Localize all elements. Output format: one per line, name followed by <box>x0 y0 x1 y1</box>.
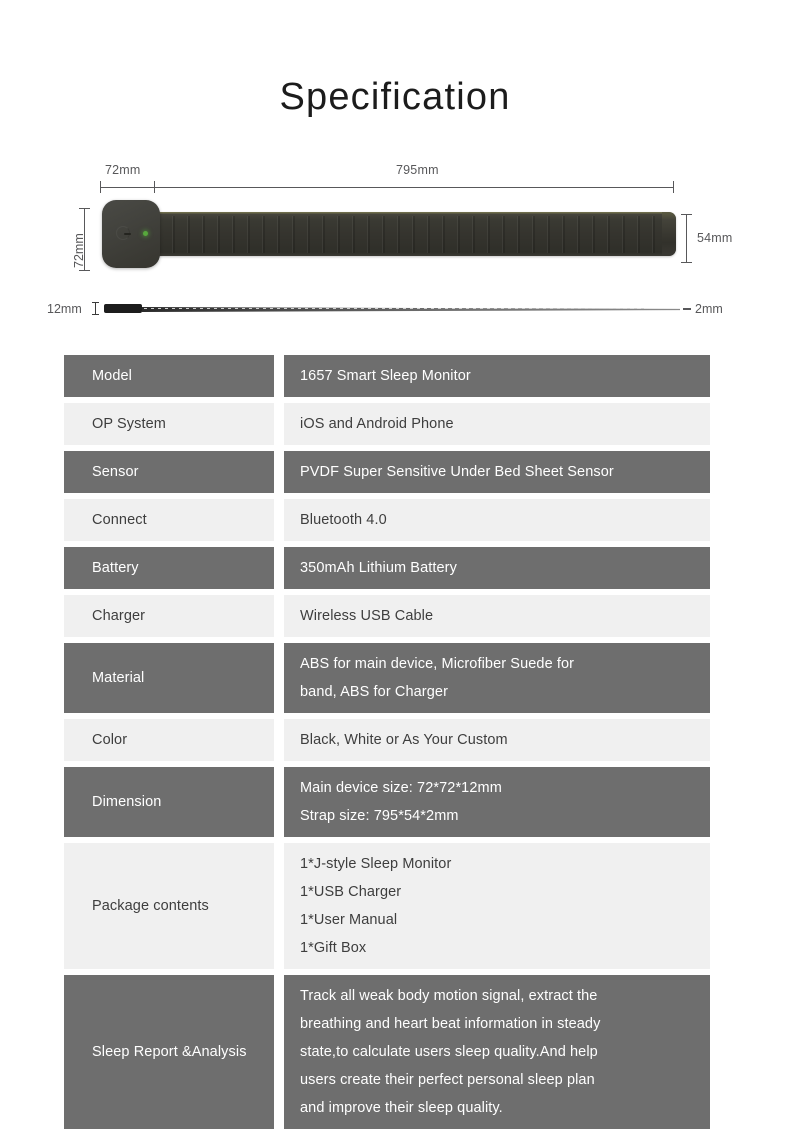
spec-value-line: 1*USB Charger <box>300 884 402 900</box>
table-row: Model 1657 Smart Sleep Monitor <box>64 355 710 397</box>
spec-key-line: Material <box>92 670 145 686</box>
spec-value: Wireless USB Cable <box>284 595 710 637</box>
table-row: Dimension Main device size: 72*72*12mm Str… <box>64 767 710 837</box>
spec-key-line: Package contents <box>92 898 209 914</box>
spec-value-line: state,to calculate users sleep quality.A… <box>300 1044 598 1060</box>
spec-key-line: Charger <box>92 608 146 624</box>
spec-value-line: 1657 Smart Sleep Monitor <box>300 368 471 384</box>
spec-value-line: 350mAh Lithium Battery <box>300 560 457 576</box>
thickness-ibeam-marker <box>92 302 99 315</box>
spec-value-line: 1*User Manual <box>300 912 398 928</box>
spec-value-line: ABS for main device, Microfiber Suede fo… <box>300 656 575 672</box>
strap-end-cap <box>662 212 676 256</box>
spec-key: Color <box>64 719 274 761</box>
spec-key: Package contents <box>64 843 274 969</box>
spec-value: Bluetooth 4.0 <box>284 499 710 541</box>
spec-value-line: 1*Gift Box <box>300 940 367 956</box>
spec-value-line: Track all weak body motion signal, extra… <box>300 988 598 1004</box>
spec-value-line: iOS and Android Phone <box>300 416 454 432</box>
table-row: Charger Wireless USB Cable <box>64 595 710 637</box>
spec-value-line: PVDF Super Sensitive Under Bed Sheet Sen… <box>300 464 614 480</box>
spec-key-line: Color <box>92 732 128 748</box>
device-led-indicator <box>143 231 148 236</box>
table-row: Sleep Report &Analysis Track all weak bod… <box>64 975 710 1129</box>
specification-table: Model 1657 Smart Sleep Monitor OP System iO… <box>64 355 710 1135</box>
thickness-label-strap: 2mm <box>695 302 723 316</box>
spec-key-line: Sleep Report & <box>92 1044 192 1060</box>
spec-key-line: Dimension <box>92 794 162 810</box>
device-main-unit <box>102 200 160 268</box>
spec-value: 1657 Smart Sleep Monitor <box>284 355 710 397</box>
spec-value-line: users create their perfect personal slee… <box>300 1072 595 1088</box>
spec-key-line: Model <box>92 368 132 384</box>
page-title: Specification <box>279 76 511 118</box>
device-strap <box>140 212 676 256</box>
spec-value: PVDF Super Sensitive Under Bed Sheet Sen… <box>284 451 710 493</box>
table-row: Color Black, White or As Your Custom <box>64 719 710 761</box>
table-row: Sensor PVDF Super Sensitive Under Bed She… <box>64 451 710 493</box>
spec-key-line: OP System <box>92 416 166 432</box>
spec-value: Black, White or As Your Custom <box>284 719 710 761</box>
spec-key: Sleep Report &Analysis <box>64 975 274 1129</box>
strap-ribbed-texture <box>150 216 666 253</box>
spec-value: iOS and Android Phone <box>284 403 710 445</box>
table-row: OP System iOS and Android Phone <box>64 403 710 445</box>
spec-key-line: Battery <box>92 560 139 576</box>
thickness-side-view: 12mm 2mm <box>0 296 790 326</box>
spec-value: Main device size: 72*72*12mm Strap size: … <box>284 767 710 837</box>
spec-value-line: breathing and heart beat information in … <box>300 1016 601 1032</box>
spec-key: Sensor <box>64 451 274 493</box>
spec-value-line: Wireless USB Cable <box>300 608 434 624</box>
thickness-label-device: 12mm <box>47 302 82 316</box>
spec-value: 1*J-style Sleep Monitor 1*USB Charger 1*Us… <box>284 843 710 969</box>
spec-key: Dimension <box>64 767 274 837</box>
spec-value-line: Main device size: 72*72*12mm <box>300 780 502 796</box>
side-view-device-block <box>104 304 142 313</box>
spec-value-line: band, ABS for Charger <box>300 684 448 700</box>
side-view-strap-taper <box>142 307 680 313</box>
spec-key: Battery <box>64 547 274 589</box>
spec-value-line: Bluetooth 4.0 <box>300 512 387 528</box>
device-button-mark <box>124 233 131 235</box>
table-row: Package contents 1*J-style Sleep Monitor 1… <box>64 843 710 969</box>
spec-key: Connect <box>64 499 274 541</box>
spec-value: Track all weak body motion signal, extra… <box>284 975 710 1129</box>
table-row: Connect Bluetooth 4.0 <box>64 499 710 541</box>
spec-key-line: Sensor <box>92 464 139 480</box>
spec-key-line: Connect <box>92 512 147 528</box>
spec-value-line: and improve their sleep quality. <box>300 1100 503 1116</box>
spec-key: Material <box>64 643 274 713</box>
side-view-dashed-line <box>144 308 644 309</box>
spec-value: ABS for main device, Microfiber Suede fo… <box>284 643 710 713</box>
table-row: Battery 350mAh Lithium Battery <box>64 547 710 589</box>
spec-value: 350mAh Lithium Battery <box>284 547 710 589</box>
spec-value-line: Black, White or As Your Custom <box>300 732 508 748</box>
spec-key-line: Analysis <box>191 1044 247 1060</box>
thickness-dash-marker <box>683 308 691 310</box>
spec-key: Charger <box>64 595 274 637</box>
spec-key: OP System <box>64 403 274 445</box>
spec-value-line: Strap size: 795*54*2mm <box>300 808 459 824</box>
spec-value-line: 1*J-style Sleep Monitor <box>300 856 452 872</box>
spec-key: Model <box>64 355 274 397</box>
table-row: Material ABS for main device, Microfiber … <box>64 643 710 713</box>
